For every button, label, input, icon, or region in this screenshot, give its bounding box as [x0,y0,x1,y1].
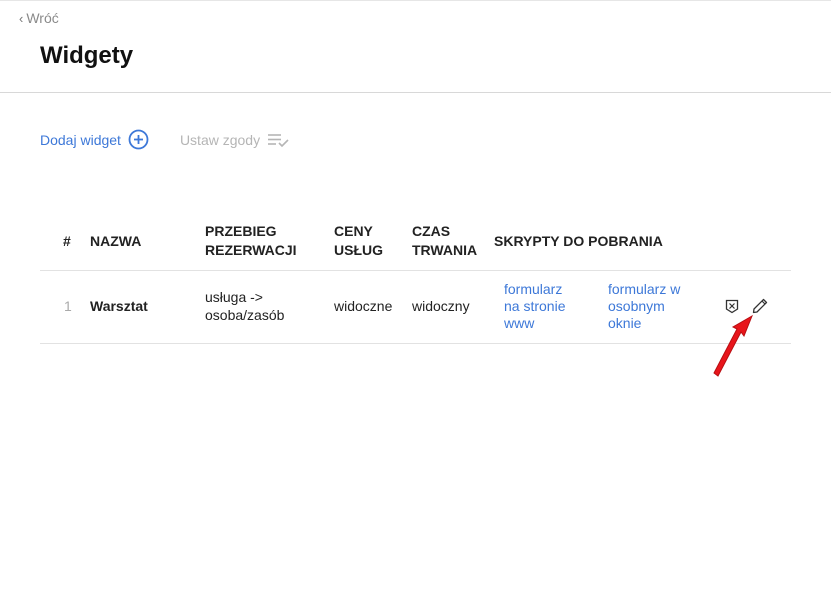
chevron-left-icon: ‹ [19,10,24,26]
actions-bar: Dodaj widget Ustaw zgody [40,129,291,150]
col-header-prices-line1: CENY [334,223,373,239]
script-window-line2: osobnym [608,298,665,314]
col-header-prices-line2: USŁUG [334,242,383,258]
row-flow: usługa -> osoba/zasób [205,288,284,324]
script-www-link[interactable]: formularz na stronie www [504,281,594,332]
add-widget-label: Dodaj widget [40,131,121,148]
header-divider [0,92,831,93]
script-window-line3: oknie [608,315,642,331]
list-check-icon [268,133,289,147]
col-header-duration: CZAS TRWANIA [412,222,477,260]
row-flow-line2: osoba/zasób [205,307,285,323]
page-title: Widgety [40,42,134,69]
col-header-flow-line1: PRZEBIEG [205,223,277,239]
back-label: Wróć [26,10,59,26]
set-consents-button[interactable]: Ustaw zgody [180,131,291,149]
row-flow-line1: usługa -> [205,289,263,305]
col-header-duration-line2: TRWANIA [412,242,478,258]
add-widget-button[interactable]: Dodaj widget [40,129,149,150]
back-link[interactable]: ‹ Wróć [19,10,59,26]
script-window-link[interactable]: formularz w osobnym oknie [608,281,698,332]
col-header-name: NAZWA [90,233,142,249]
col-header-prices: CENY USŁUG [334,222,383,260]
row-prices: widoczne [334,298,393,314]
script-window-line1: formularz w [608,281,681,297]
top-border [0,0,831,1]
table-header-divider [40,270,791,271]
script-www-line2: na stronie [504,298,566,314]
annotation-arrow-icon [713,314,754,377]
col-header-number: # [63,233,71,249]
row-widget-name: Warsztat [90,298,148,314]
table-row-divider [40,343,791,344]
script-www-line3: www [504,315,535,331]
col-header-flow: PRZEBIEG REZERWACJI [205,222,297,260]
col-header-duration-line1: CZAS [412,223,451,239]
col-header-scripts: SKRYPTY DO POBRANIA [494,233,663,249]
set-consents-label: Ustaw zgody [179,131,261,148]
script-www-line1: formularz [504,281,563,297]
plus-circle-icon [128,129,149,150]
row-duration: widoczny [412,298,470,314]
row-number: 1 [64,298,72,314]
col-header-flow-line2: REZERWACJI [205,242,297,258]
